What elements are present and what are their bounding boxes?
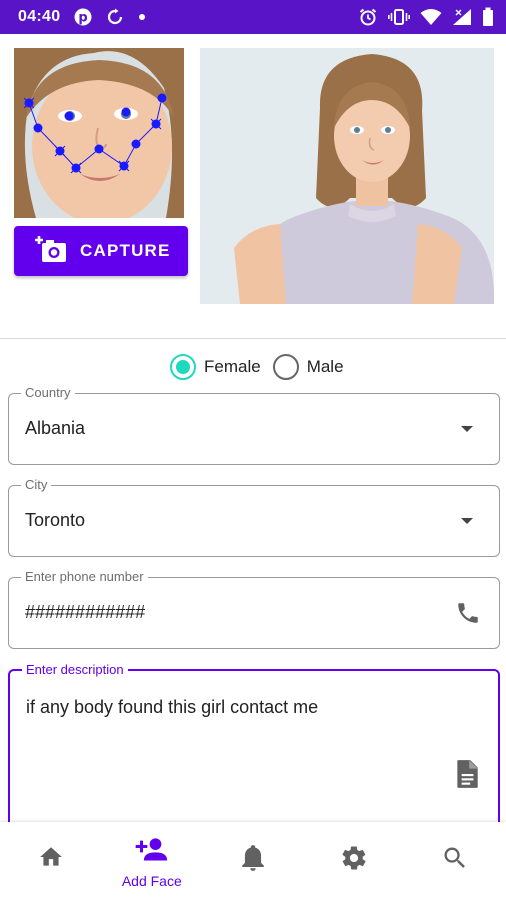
country-value: Albania xyxy=(25,418,86,438)
wifi-icon xyxy=(420,8,442,26)
gender-radio-group: Female Male xyxy=(170,352,356,382)
divider xyxy=(0,338,506,339)
radio-male[interactable]: Male xyxy=(272,354,344,380)
dot-icon xyxy=(138,13,146,21)
vibrate-icon xyxy=(388,7,410,27)
capture-button[interactable]: CAPTURE xyxy=(14,226,188,276)
nav-settings[interactable] xyxy=(304,822,405,900)
chevron-down-icon[interactable] xyxy=(461,426,473,432)
gear-icon xyxy=(340,844,368,877)
radio-female-indicator[interactable] xyxy=(170,354,196,380)
bell-icon xyxy=(240,844,266,877)
bottom-navigation: Add Face xyxy=(0,822,506,900)
search-icon xyxy=(441,844,469,877)
pinterest-icon: p xyxy=(74,8,92,26)
chevron-down-icon[interactable] xyxy=(461,518,473,524)
description-field[interactable]: Enter description if any body found this… xyxy=(8,662,500,839)
svg-text:p: p xyxy=(79,11,88,26)
sync-icon xyxy=(106,8,124,26)
add-person-icon xyxy=(135,836,169,869)
country-dropdown[interactable]: Country Albania xyxy=(8,385,500,465)
phone-value: ############ xyxy=(25,602,146,622)
radio-female[interactable]: Female xyxy=(170,354,261,380)
nav-home[interactable] xyxy=(0,822,101,900)
battery-icon xyxy=(482,7,494,27)
capture-button-label: CAPTURE xyxy=(80,241,171,260)
nav-add-face[interactable]: Add Face xyxy=(101,822,202,900)
description-label: Enter description xyxy=(22,662,128,677)
signal-icon xyxy=(452,8,472,26)
nav-notifications[interactable] xyxy=(202,822,303,900)
status-bar: 04:40 p xyxy=(0,0,506,34)
add-photo-icon xyxy=(34,234,68,269)
radio-male-label: Male xyxy=(306,357,344,376)
country-label: Country xyxy=(21,385,75,400)
nav-add-face-label: Add Face xyxy=(121,873,182,889)
document-icon xyxy=(454,759,480,794)
description-value: if any body found this girl contact me xyxy=(26,697,319,717)
status-time: 04:40 xyxy=(18,8,61,25)
city-value: Toronto xyxy=(25,510,86,530)
alarm-icon xyxy=(358,7,378,27)
face-landmark-image xyxy=(14,48,184,218)
phone-field[interactable]: Enter phone number ############ xyxy=(8,569,500,649)
radio-female-label: Female xyxy=(204,357,261,376)
radio-male-indicator[interactable] xyxy=(272,354,299,380)
captured-photo xyxy=(200,48,494,304)
nav-search[interactable] xyxy=(405,822,506,900)
city-dropdown[interactable]: City Toronto xyxy=(8,477,500,557)
phone-icon xyxy=(455,600,481,631)
city-label: City xyxy=(21,477,52,492)
home-icon xyxy=(37,844,65,875)
phone-label: Enter phone number xyxy=(21,569,148,584)
